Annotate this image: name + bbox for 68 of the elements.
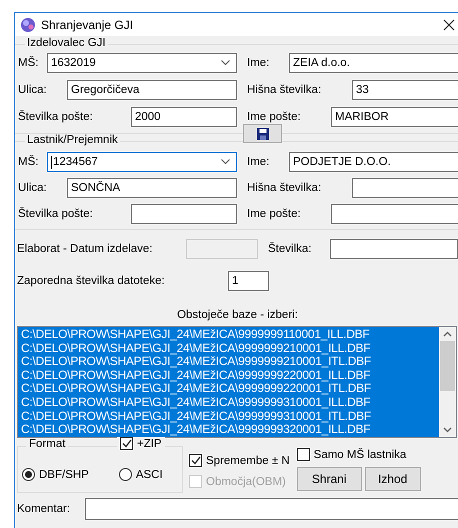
radio-dot-icon xyxy=(25,471,32,478)
dialog-button[interactable]: Izhod xyxy=(364,467,421,491)
field-label: Ulica: xyxy=(18,182,48,194)
field-label: Zaporedna številka datoteke: xyxy=(17,275,166,287)
input-field[interactable]: Gregorčičeva xyxy=(67,80,237,100)
field-label: Ulica: xyxy=(18,84,48,96)
dialog-button[interactable]: Shrani xyxy=(296,467,362,491)
checkbox[interactable] xyxy=(189,454,202,467)
input-field[interactable]: SONČNA xyxy=(67,178,237,198)
input-field[interactable]: 2000 xyxy=(131,107,237,127)
list-heading: Obstoječe baze - izberi: xyxy=(176,309,299,323)
option-label: Spremembe ± N xyxy=(206,454,290,466)
field-label: Komentar: xyxy=(17,503,70,515)
file-list[interactable] xyxy=(17,326,457,438)
list-item[interactable]: C:\DELO\PROW\SHAPE\GJI_24\MEžICA\9999999210001_ILL.DBF xyxy=(21,342,439,356)
list-item[interactable]: C:\DELO\PROW\SHAPE\GJI_24\MEžICA\9999999220001_ITL.DBF xyxy=(21,382,439,396)
checkbox[interactable] xyxy=(296,448,310,461)
chevron-down-icon xyxy=(221,159,230,165)
group-label: Lastnik/Prejemnik xyxy=(25,134,120,146)
close-icon xyxy=(443,18,455,30)
scrollbar[interactable] xyxy=(439,327,456,437)
option-label: +ZIP xyxy=(137,438,162,450)
field-label: Ime: xyxy=(247,57,270,69)
list-item[interactable]: C:\DELO\PROW\SHAPE\GJI_24\MEžICA\9999999110001_ILL.DBF xyxy=(21,328,439,342)
field-label: MŠ: xyxy=(18,156,40,168)
input-field[interactable] xyxy=(85,498,458,520)
field-label: Hišna številka: xyxy=(247,84,322,96)
list-item[interactable]: C:\DELO\PROW\SHAPE\GJI_24\MEžICA\9999999320001_ILL.DBF xyxy=(21,423,439,437)
group-label: Format xyxy=(26,438,68,450)
field-label: Ime: xyxy=(247,156,270,168)
option-label: DBF/SHP xyxy=(39,468,89,480)
save-button[interactable] xyxy=(243,124,282,143)
list-item[interactable]: C:\DELO\PROW\SHAPE\GJI_24\MEžICA\9999999210001_ITL.DBF xyxy=(21,355,439,369)
list-item[interactable]: C:\DELO\PROW\SHAPE\GJI_24\MEžICA\9999999220001_ILL.DBF xyxy=(21,368,439,382)
checkmark-icon xyxy=(190,456,200,465)
scroll-thumb[interactable] xyxy=(440,341,455,391)
option-label: Območja(OBM) xyxy=(206,476,286,488)
input-field[interactable] xyxy=(131,204,237,224)
app-icon xyxy=(20,16,36,32)
field-label: Številka: xyxy=(268,243,312,255)
checkbox[interactable] xyxy=(120,437,133,450)
window-title: Shranjevanje GJI xyxy=(41,18,134,32)
field-label: Hišna številka: xyxy=(247,182,322,194)
input-field[interactable]: 33 xyxy=(352,80,458,100)
field-label: Elaborat - Datum izdelave: xyxy=(17,243,154,255)
list-item[interactable]: C:\DELO\PROW\SHAPE\GJI_24\MEžICA\9999999310001_ILL.DBF xyxy=(21,396,439,410)
combo-box[interactable]: 1632019 xyxy=(47,53,237,73)
input-field[interactable]: 1 xyxy=(228,271,269,291)
input-field[interactable]: PODJETJE D.O.O. xyxy=(289,152,458,172)
combo-box[interactable]: 1234567 xyxy=(47,152,237,172)
input-field[interactable] xyxy=(330,239,458,259)
list-item[interactable]: C:\DELO\PROW\SHAPE\GJI_24\MEžICA\9999999310001_ITL.DBF xyxy=(21,410,439,424)
field-label: Številka pošte: xyxy=(18,111,94,123)
input-field[interactable]: ZEIA d.o.o. xyxy=(289,53,458,73)
field-label: MŠ: xyxy=(18,57,40,69)
field-label: Številka pošte: xyxy=(18,208,94,220)
field-label: Ime pošte: xyxy=(247,111,302,123)
radio-button[interactable] xyxy=(118,468,132,481)
field-label: Ime pošte: xyxy=(247,208,302,220)
radio-button[interactable] xyxy=(22,468,35,481)
input-field[interactable] xyxy=(331,204,458,224)
input-field[interactable] xyxy=(352,178,458,198)
option-label: ASCI xyxy=(136,468,163,480)
option-label: Samo MŠ lastnika xyxy=(314,448,406,460)
chevron-down-icon xyxy=(221,60,230,66)
input-field[interactable]: MARIBOR xyxy=(331,107,458,127)
checkmark-icon xyxy=(122,439,132,448)
group-label: Izdelovalec GJI xyxy=(25,37,108,49)
